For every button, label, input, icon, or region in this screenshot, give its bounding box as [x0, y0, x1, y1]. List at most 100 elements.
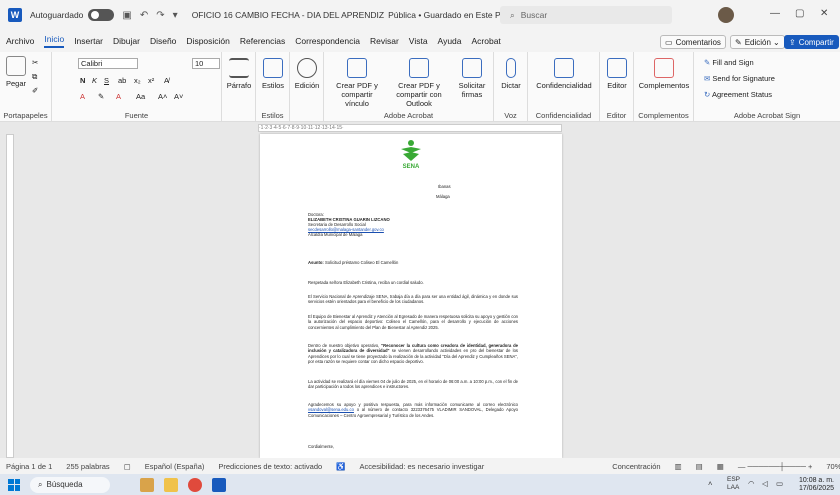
tab-revisar[interactable]: Revisar [370, 36, 399, 46]
widgets-icon[interactable] [140, 477, 154, 492]
editor-button[interactable]: Editor [602, 58, 632, 90]
save-icon[interactable]: ▣ [122, 10, 131, 21]
search-box[interactable]: ⌕ Buscar [500, 6, 672, 24]
volume-icon[interactable]: ◁ [762, 479, 768, 488]
chrome-icon[interactable] [188, 477, 202, 492]
tab-archivo[interactable]: Archivo [6, 36, 34, 46]
cut-icon[interactable]: ✂ [32, 58, 38, 67]
quick-access-dropdown-icon[interactable]: ▾ [173, 10, 178, 21]
confidentiality-button[interactable]: Confidencialidad [532, 58, 596, 90]
ribbon: Pegar ✂ ⧉ ✐ Portapapeles Calibri 10 N K … [0, 52, 840, 122]
font-name-select[interactable]: Calibri [78, 58, 138, 69]
chevron-up-icon[interactable]: ˄ [708, 479, 712, 488]
underline-icon[interactable]: S [104, 76, 109, 85]
close-icon[interactable]: ✕ [820, 8, 828, 19]
paragraph-5-start: Agradecemos su apoyo y positiva respuest… [308, 402, 518, 407]
font-size-select[interactable]: 10 [192, 58, 220, 69]
create-pdf-outlook-button[interactable]: Crear PDF y compartir con Outlook [388, 58, 450, 108]
maximize-icon[interactable]: ▢ [795, 8, 804, 19]
agreement-status-button[interactable]: ↻ Agreement Status [704, 90, 772, 99]
battery-icon[interactable]: ▭ [776, 479, 783, 488]
tab-ayuda[interactable]: Ayuda [438, 36, 462, 46]
highlight-icon[interactable]: ✎ [98, 92, 104, 101]
undo-icon[interactable]: ↶ [140, 10, 148, 21]
zoom-level[interactable]: 70% [826, 462, 840, 471]
language[interactable]: Español (España) [145, 462, 205, 471]
dictate-label: Dictar [501, 81, 521, 90]
wifi-icon[interactable]: ◠ [748, 479, 755, 488]
comments-button[interactable]: ▭ Comentarios [660, 35, 726, 49]
word-taskbar-icon[interactable] [212, 477, 226, 492]
confidentiality-label: Confidencialidad [536, 81, 592, 90]
focus-mode[interactable]: Concentración [612, 462, 660, 471]
subject-label: Asunto: [308, 260, 324, 265]
dictate-button[interactable]: Dictar [496, 58, 526, 90]
create-pdf-link-button[interactable]: Crear PDF y compartir vínculo [332, 58, 382, 108]
subscript-icon[interactable]: x₂ [134, 76, 141, 85]
file-explorer-icon[interactable] [164, 477, 178, 492]
paste-button[interactable]: Pegar [4, 56, 28, 88]
tab-insertar[interactable]: Insertar [74, 36, 103, 46]
strikethrough-icon[interactable]: ab [118, 76, 126, 85]
chevron-down-icon: ⌄ [772, 37, 780, 47]
accessibility-icon[interactable]: ♿ [336, 462, 345, 471]
shrink-font-icon[interactable]: A˅ [174, 92, 183, 101]
accessibility-status[interactable]: Accesibilidad: es necesario investigar [360, 462, 485, 471]
superscript-icon[interactable]: x² [148, 76, 154, 85]
bold-icon[interactable]: N [80, 76, 85, 85]
tab-disposicion[interactable]: Disposición [186, 36, 229, 46]
page-count[interactable]: Página 1 de 1 [6, 462, 52, 471]
windows-start-icon[interactable] [8, 478, 20, 491]
redo-icon[interactable]: ↷ [156, 10, 164, 21]
tab-diseno[interactable]: Diseño [150, 36, 176, 46]
fill-sign-button[interactable]: ✎ Fill and Sign [704, 58, 754, 67]
send-signature-button[interactable]: ✉ Send for Signature [704, 74, 775, 83]
change-case-icon[interactable]: Aa [136, 92, 145, 101]
editing-button[interactable]: Edición [292, 58, 322, 90]
paragraph-2: El Equipo de Bienestar al Aprendiz y Ate… [308, 314, 518, 330]
clock[interactable]: 10:08 a. m. 17/06/2025 [799, 477, 834, 493]
web-layout-icon[interactable]: ▦ [717, 462, 724, 471]
taskbar-search[interactable]: ⌕ Búsqueda [30, 476, 110, 493]
format-painter-icon[interactable]: ✐ [32, 86, 38, 95]
horizontal-ruler[interactable]: ·1·2·3·4·5·6·7·8·9·10·11·12·13·14·15· [258, 124, 562, 132]
copy-icon[interactable]: ⧉ [32, 72, 37, 82]
microphone-icon [506, 58, 516, 78]
paragraph-button[interactable]: Párrafo [224, 58, 254, 90]
clear-format-icon[interactable]: A̸ [164, 76, 169, 85]
tab-referencias[interactable]: Referencias [240, 36, 285, 46]
text-predictions[interactable]: Predicciones de texto: activado [218, 462, 322, 471]
styles-icon [263, 58, 283, 78]
read-mode-icon[interactable]: ▥ [675, 462, 682, 471]
document-status[interactable]: Pública • Guardado en Este PC [388, 10, 507, 20]
addins-button[interactable]: Complementos [636, 58, 692, 90]
avatar[interactable] [718, 7, 734, 23]
text-effects-icon[interactable]: A [80, 92, 85, 101]
tab-vista[interactable]: Vista [409, 36, 428, 46]
autosave-toggle[interactable] [88, 9, 115, 21]
italic-icon[interactable]: K [92, 76, 97, 85]
tab-inicio[interactable]: Inicio [44, 34, 65, 48]
editing-mode-button[interactable]: ✎ Edición ⌄ [730, 35, 785, 49]
minimize-icon[interactable]: — [770, 8, 780, 19]
document-page[interactable]: SENA Ibanas Málaga Doctora: ELIZABETH CR… [260, 134, 562, 458]
styles-button[interactable]: Estilos [258, 58, 288, 90]
tab-correspondencia[interactable]: Correspondencia [295, 36, 360, 46]
styles-group-label: Estilos [261, 111, 284, 120]
grow-font-icon[interactable]: A˄ [158, 92, 167, 101]
print-layout-icon[interactable]: ▤ [696, 462, 703, 471]
contact-email-link[interactable]: vsandoval@sena.edu.co [308, 407, 354, 412]
language-indicator[interactable]: ESP LAA [727, 476, 740, 492]
zoom-slider[interactable]: — ──────┼──── + [738, 462, 813, 471]
request-signatures-button[interactable]: Solicitar firmas [454, 58, 490, 99]
word-count[interactable]: 255 palabras [66, 462, 109, 471]
tab-dibujar[interactable]: Dibujar [113, 36, 140, 46]
vertical-ruler[interactable] [6, 134, 14, 458]
font-color-icon[interactable]: A [116, 92, 121, 101]
document-title[interactable]: OFICIO 16 CAMBIO FECHA - DIA DEL APRENDI… [192, 10, 384, 20]
addins-label: Complementos [638, 81, 690, 90]
tab-acrobat[interactable]: Acrobat [472, 36, 501, 46]
proofing-icon[interactable]: ▢ [124, 462, 131, 471]
share-icon: ⇪ [789, 37, 796, 47]
share-button[interactable]: ⇪ Compartir [784, 35, 839, 49]
